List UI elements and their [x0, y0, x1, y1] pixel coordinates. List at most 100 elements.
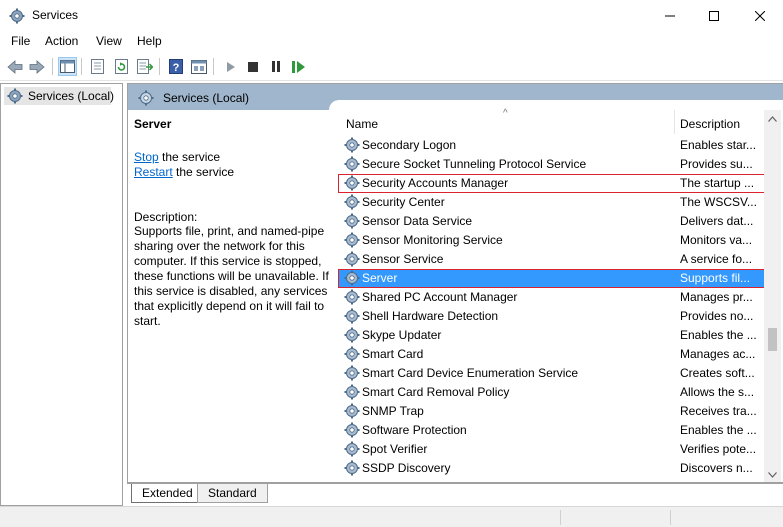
properties-button[interactable]	[88, 57, 107, 76]
tree-item-label: Services (Local)	[28, 89, 115, 103]
maximize-icon	[709, 10, 719, 21]
forward-icon	[29, 59, 45, 74]
show-hide-tree-button[interactable]	[58, 57, 77, 76]
column-divider[interactable]	[674, 110, 675, 134]
service-row[interactable]: Shell Hardware Detection Provides no...	[338, 307, 765, 326]
service-gear-icon	[344, 327, 360, 343]
service-gear-icon	[344, 194, 360, 210]
service-description-cell: The WSCSV...	[680, 195, 757, 209]
service-row[interactable]: Sensor Data Service Delivers dat...	[338, 212, 765, 231]
service-row[interactable]: Spot Verifier Verifies pote...	[338, 440, 765, 459]
tab-extended[interactable]: Extended	[131, 484, 203, 503]
scroll-down-button[interactable]	[764, 466, 781, 482]
scroll-up-button[interactable]	[764, 110, 781, 127]
service-description-cell: Provides no...	[680, 309, 754, 323]
column-description-label: Description	[680, 117, 741, 131]
service-description-cell: Enables star...	[680, 138, 757, 152]
forward-button[interactable]	[27, 57, 46, 76]
column-header-name[interactable]: Name	[346, 110, 378, 134]
service-name: Security Center	[362, 195, 445, 209]
menu-action[interactable]: Action	[45, 34, 78, 48]
help-button[interactable]: ?	[166, 57, 185, 76]
service-description-cell: Receives tra...	[680, 404, 757, 418]
service-description-cell: Enables the ...	[680, 423, 757, 437]
service-row[interactable]: Security Accounts Manager The startup ...	[338, 174, 765, 193]
restart-service-button[interactable]	[289, 57, 308, 76]
status-segment	[670, 510, 671, 525]
services-gear-icon	[7, 88, 23, 104]
menu-view[interactable]: View	[96, 34, 122, 48]
restart-service-link[interactable]: Restart	[134, 165, 173, 179]
content-header-title: Services (Local)	[163, 91, 250, 105]
service-name: Sensor Data Service	[362, 214, 473, 228]
export-list-button[interactable]	[135, 57, 154, 76]
service-description-cell: The startup ...	[680, 176, 755, 190]
vertical-scrollbar[interactable]	[764, 110, 781, 482]
service-gear-icon	[344, 251, 360, 267]
toolbar-separator	[213, 58, 214, 75]
title-bar: Services	[0, 0, 783, 31]
minimize-icon	[665, 15, 675, 16]
chevron-up-icon	[768, 115, 777, 122]
show-hide-tree-icon	[60, 60, 75, 73]
service-row[interactable]: Smart Card Device Enumeration Service Cre…	[338, 364, 765, 383]
menu-file[interactable]: File	[11, 34, 30, 48]
service-row[interactable]: Shared PC Account Manager Manages pr...	[338, 288, 765, 307]
tree-item-services-local[interactable]: Services (Local)	[4, 87, 115, 105]
toolbar-separator	[52, 58, 53, 75]
minimize-button[interactable]	[647, 0, 693, 31]
service-description-cell: Monitors va...	[680, 233, 753, 247]
start-service-button[interactable]	[221, 57, 240, 76]
service-name: SSDP Discovery	[362, 461, 451, 475]
svg-text:?: ?	[172, 62, 179, 74]
service-description-cell: A service fo...	[680, 252, 753, 266]
menu-help[interactable]: Help	[137, 34, 162, 48]
service-row[interactable]: Smart Card Manages ac...	[338, 345, 765, 364]
service-name: Shell Hardware Detection	[362, 309, 499, 323]
service-gear-icon	[344, 346, 360, 362]
service-description-cell: Enables the ...	[680, 328, 757, 342]
content-header: Services (Local)	[128, 84, 783, 112]
services-gear-icon	[138, 90, 154, 106]
close-button[interactable]	[737, 0, 783, 31]
view-tabs: Extended Standard	[127, 483, 783, 506]
service-description-cell: Manages ac...	[680, 347, 756, 361]
stop-action-line: Stop the service	[134, 150, 220, 164]
service-description-cell: Allows the s...	[680, 385, 755, 399]
stop-service-button[interactable]	[243, 57, 262, 76]
scrollbar-thumb[interactable]	[768, 328, 777, 351]
service-row[interactable]: Secure Socket Tunneling Protocol Service…	[338, 155, 765, 174]
services-gear-icon	[9, 8, 25, 24]
status-segment	[560, 510, 561, 525]
stop-service-link[interactable]: Stop	[134, 150, 159, 164]
service-row[interactable]: Secondary Logon Enables star...	[338, 136, 765, 155]
restart-action-line: Restart the service	[134, 165, 234, 179]
service-description-cell: Discovers n...	[680, 461, 753, 475]
close-icon	[755, 10, 765, 21]
service-gear-icon	[344, 365, 360, 381]
column-header-description[interactable]: Description	[680, 110, 740, 134]
service-gear-icon	[344, 175, 360, 191]
service-name: Secondary Logon	[362, 138, 457, 152]
service-row[interactable]: Smart Card Removal Policy Allows the s...	[338, 383, 765, 402]
service-row[interactable]: Skype Updater Enables the ...	[338, 326, 765, 345]
service-row[interactable]: Sensor Service A service fo...	[338, 250, 765, 269]
service-description-cell: Delivers dat...	[680, 214, 754, 228]
properties-icon	[91, 59, 104, 74]
service-row[interactable]: Server Supports fil...	[338, 269, 765, 288]
back-button[interactable]	[5, 57, 24, 76]
service-row[interactable]: Security Center The WSCSV...	[338, 193, 765, 212]
refresh-button[interactable]	[112, 57, 131, 76]
service-name: Server	[362, 271, 398, 285]
service-row[interactable]: SNMP Trap Receives tra...	[338, 402, 765, 421]
service-row[interactable]: Software Protection Enables the ...	[338, 421, 765, 440]
service-description-cell: Manages pr...	[680, 290, 753, 304]
service-gear-icon	[344, 232, 360, 248]
maximize-button[interactable]	[691, 0, 737, 31]
service-row[interactable]: SSDP Discovery Discovers n...	[338, 459, 765, 478]
service-row[interactable]: Sensor Monitoring Service Monitors va...	[338, 231, 765, 250]
service-name: SNMP Trap	[362, 404, 424, 418]
tab-standard[interactable]: Standard	[197, 484, 268, 503]
pause-service-button[interactable]	[266, 57, 285, 76]
mmc-console-button[interactable]	[189, 57, 208, 76]
